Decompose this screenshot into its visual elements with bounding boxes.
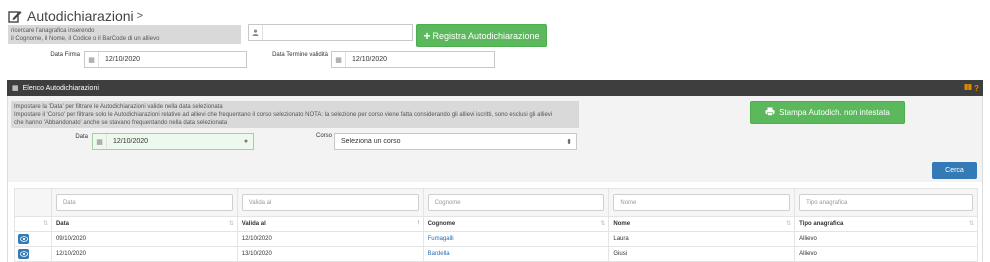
sort-icon[interactable]: ⇅ (43, 220, 48, 227)
book-icon[interactable] (964, 83, 972, 93)
sort-icon: ⇅ (600, 221, 606, 227)
chevron-updown-icon: ⬍ (566, 138, 572, 146)
cell-cognome-link[interactable]: Fumagalli (422, 231, 610, 247)
cerca-button[interactable]: Cerca (932, 162, 977, 179)
calendar-icon: ▦ (93, 134, 107, 149)
data-firma-field[interactable]: ▦ 12/10/2020 (84, 51, 247, 68)
col-data[interactable]: Data ⇅ (50, 216, 238, 232)
view-button[interactable] (18, 249, 29, 259)
col-cognome[interactable]: Cognome ⇅ (422, 216, 610, 232)
calendar-icon: ▦ (332, 52, 346, 67)
filter-row: Data Valida al Cognome Nome Tipo anagraf… (14, 188, 978, 217)
results-table-wrap: Data Valida al Cognome Nome Tipo anagraf… (7, 182, 983, 262)
search-input[interactable] (248, 24, 413, 41)
data-validita-field[interactable]: ▦ 12/10/2020 (331, 51, 495, 68)
ok-icon: ● (243, 138, 249, 145)
page-title: Autodichiarazioni > (8, 8, 143, 24)
search-hint: ricercare l'anagrafica inserendo il Cogn… (8, 25, 241, 44)
filter-data-input[interactable]: Data (55, 194, 233, 211)
sort-icon: ⇅ (786, 221, 792, 227)
eye-icon (19, 236, 28, 242)
page-title-text: Autodichiarazioni (27, 8, 134, 24)
sort-icon: ⇅ (228, 221, 234, 227)
filter-tipo-input[interactable]: Tipo anagrafica (799, 194, 973, 211)
col-valida[interactable]: Valida al ↑ (236, 216, 424, 232)
breadcrumb-separator: > (136, 10, 144, 22)
header-row: ⇅ Data ⇅ Valida al ↑ Cognome ⇅ Nome ⇅ Tipo a… (14, 216, 978, 232)
filter-nome-input[interactable]: Nome (613, 194, 791, 211)
sort-icon: ↑ (416, 220, 420, 226)
panel-body: Impostare la 'Data' per filtrare le Auto… (7, 96, 983, 182)
cell-tipo: Allievo (794, 246, 978, 262)
eye-icon (19, 251, 28, 257)
cell-nome: Giusi (608, 246, 796, 262)
panel-header: ▦ Elenco Autodichiarazioni ? (7, 80, 983, 96)
print-button-label: Stampa Autodich. non intestata (779, 108, 890, 117)
cell-tipo: Allievo (794, 231, 978, 247)
view-button[interactable] (18, 234, 29, 244)
panel-info: Impostare la 'Data' per filtrare le Auto… (11, 101, 579, 128)
plus-icon: + (423, 28, 431, 43)
cell-cognome-link[interactable]: Bardella (422, 246, 610, 262)
sort-icon: ⇅ (968, 221, 974, 227)
edit-icon (8, 9, 22, 23)
data-filter-label: Data (75, 134, 88, 140)
data-firma-label: Data Firma (50, 52, 80, 58)
corso-select[interactable]: Seleziona un corso ⬍ (334, 133, 577, 150)
col-nome[interactable]: Nome ⇅ (608, 216, 796, 232)
register-button[interactable]: + Registra Autodichiarazione (416, 24, 547, 47)
cell-nome: Laura (608, 231, 796, 247)
panel-title: Elenco Autodichiarazioni (22, 84, 99, 92)
list-icon: ▦ (12, 85, 19, 92)
data-filter-field[interactable]: ▦ 12/10/2020 ● (92, 133, 254, 150)
table-row: 09/10/2020 12/10/2020 Fumagalli Laura Al… (14, 231, 978, 247)
help-icon[interactable]: ? (974, 84, 979, 93)
filter-valida-input[interactable]: Valida al (241, 194, 419, 211)
cell-valida: 12/10/2020 (236, 231, 424, 247)
printer-icon (765, 107, 775, 118)
filter-cognome-input[interactable]: Cognome (427, 194, 605, 211)
panel-tools: ? (964, 83, 979, 93)
results-table: Data Valida al Cognome Nome Tipo anagraf… (14, 188, 978, 262)
cell-data: 09/10/2020 (50, 231, 238, 247)
user-icon (249, 25, 263, 40)
table-row: 12/10/2020 13/10/2020 Bardella Giusi All… (14, 246, 978, 262)
corso-label: Corso (315, 133, 332, 139)
register-button-label: Registra Autodichiarazione (432, 30, 540, 41)
cell-valida: 13/10/2020 (236, 246, 424, 262)
calendar-icon: ▦ (85, 52, 99, 67)
data-validita-label: Data Termine validità (272, 52, 328, 58)
print-button[interactable]: Stampa Autodich. non intestata (750, 101, 905, 124)
col-tipo[interactable]: Tipo anagrafica ⇅ (794, 216, 978, 232)
cell-data: 12/10/2020 (50, 246, 238, 262)
